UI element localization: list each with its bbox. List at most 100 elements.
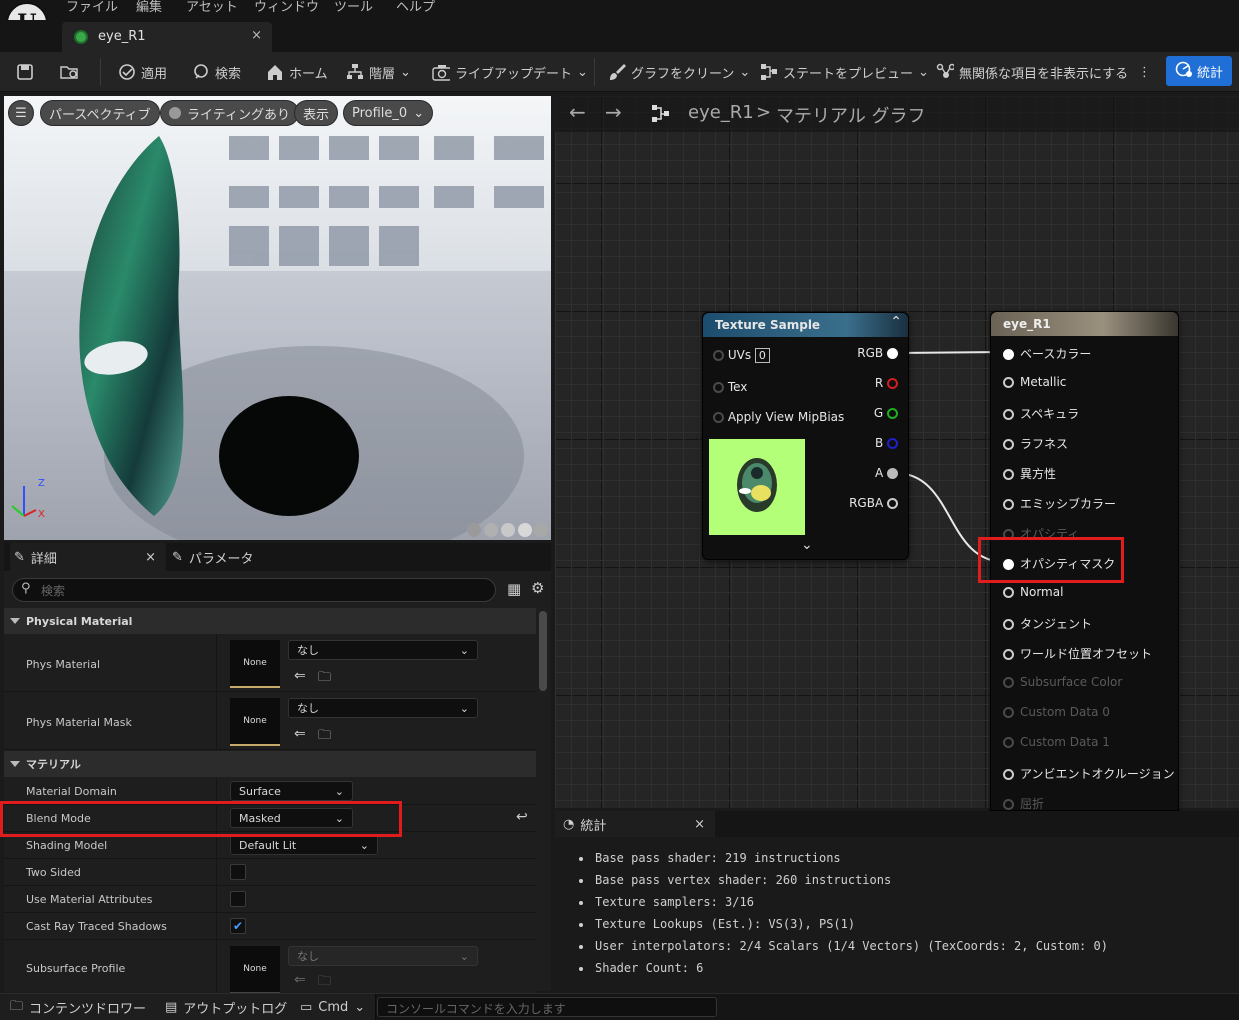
cmd-button[interactable]: ▭ Cmd ⌄	[290, 994, 377, 1020]
use-material-attributes-checkbox[interactable]	[230, 891, 246, 907]
menu-edit[interactable]: 編集	[136, 0, 162, 15]
shading-model-dropdown[interactable]: Default Lit ⌄	[230, 835, 378, 855]
material-result-node[interactable]: eye_R1 ベースカラー Metallic スペキュララフネス異方性エミッシブカラ…	[990, 311, 1179, 811]
viewport-menu-button[interactable]: ☰	[8, 100, 34, 126]
content-drawer-button[interactable]: 🗀 コンテンツドロワー	[0, 994, 158, 1020]
search-button[interactable]: 検索	[192, 52, 241, 92]
texture-sample-node[interactable]: Texture Sample ⌃ UVs 0 Tex Apply View Mi…	[702, 312, 909, 560]
pin-icon[interactable]	[1003, 769, 1014, 780]
home-button[interactable]: ホーム	[266, 52, 328, 92]
pin-icon[interactable]	[1003, 409, 1014, 420]
material-result-header[interactable]: eye_R1	[991, 312, 1178, 336]
pin-icon[interactable]	[1003, 619, 1014, 630]
gear-icon[interactable]: ⚙	[531, 579, 544, 597]
material-input-row[interactable]: Metallic	[1003, 375, 1066, 389]
pin-icon[interactable]	[887, 438, 898, 449]
hierarchy-button[interactable]: 階層 ⌄	[346, 52, 411, 92]
section-material[interactable]: マテリアル	[4, 751, 536, 777]
material-input-row[interactable]: 異方性	[1003, 465, 1056, 482]
material-input-row[interactable]: ワールド位置オフセット	[1003, 645, 1152, 662]
browse-asset-icon[interactable]: 🗀	[318, 668, 331, 690]
material-input-row[interactable]: スペキュラ	[1003, 405, 1079, 422]
pin-icon[interactable]	[1003, 559, 1014, 570]
apply-button[interactable]: 適用	[118, 52, 167, 92]
output-rgba[interactable]: RGBA	[849, 496, 898, 510]
save-button[interactable]	[16, 52, 34, 92]
tab-details[interactable]: ✎ 詳細 ×	[10, 543, 166, 571]
pin-icon[interactable]	[713, 382, 724, 393]
output-b[interactable]: B	[875, 436, 898, 450]
pin-icon[interactable]	[1003, 499, 1014, 510]
preview-state-button[interactable]: ステートをプレビュー ⌄	[760, 52, 929, 92]
lighting-button[interactable]: ライティングあり	[160, 100, 299, 126]
pin-icon[interactable]	[887, 378, 898, 389]
show-button[interactable]: 表示	[294, 100, 339, 126]
menu-window[interactable]: ウィンドウ	[254, 0, 319, 15]
expand-icon[interactable]: ⌄	[801, 537, 813, 553]
profile-button[interactable]: Profile_0 ⌄	[343, 100, 434, 126]
material-domain-dropdown[interactable]: Surface ⌄	[230, 781, 353, 801]
perspective-button[interactable]: パースペクティブ	[40, 100, 160, 126]
forward-arrow-icon[interactable]: →	[605, 100, 622, 124]
pin-icon[interactable]	[887, 468, 898, 479]
browse-asset-icon[interactable]: 🗀	[318, 726, 331, 748]
material-input-row[interactable]: オパシティマスク	[1003, 555, 1115, 572]
hide-unrelated-button[interactable]: 無関係な項目を非表示にする	[936, 52, 1128, 92]
phys-material-dropdown[interactable]: なし ⌄	[288, 640, 478, 660]
pin-icon[interactable]	[1003, 377, 1014, 388]
use-selected-icon[interactable]: ⇐	[294, 972, 306, 988]
uvs-value[interactable]: 0	[754, 348, 770, 363]
menu-help[interactable]: ヘルプ	[396, 0, 435, 15]
material-preview-viewport[interactable]: Z X ☰ パースペクティブ ライティングあり 表示 Profile_0 ⌄	[4, 96, 551, 540]
pin-icon[interactable]	[1003, 587, 1014, 598]
reset-to-default-icon[interactable]: ↩	[516, 809, 528, 825]
tab-close-icon[interactable]: ×	[251, 28, 262, 43]
material-input-row[interactable]: エミッシブカラー	[1003, 495, 1116, 512]
phys-material-mask-thumbnail[interactable]: None	[230, 698, 280, 746]
pin-icon[interactable]	[1003, 349, 1014, 360]
material-input-row[interactable]: アンビエントオクルージョン	[1003, 765, 1175, 782]
tab-stats[interactable]: ◔ 統計 ×	[555, 811, 715, 837]
material-input-row[interactable]: Normal	[1003, 585, 1063, 599]
details-close-icon[interactable]: ×	[145, 550, 156, 565]
use-selected-icon[interactable]: ⇐	[294, 726, 306, 742]
breadcrumb-asset[interactable]: eye_R1	[688, 102, 754, 123]
menu-file[interactable]: ファイル	[66, 0, 118, 15]
uvs-input[interactable]: UVs 0	[713, 348, 770, 363]
output-a[interactable]: A	[875, 466, 898, 480]
output-log-button[interactable]: ▤ アウトプットログ	[155, 994, 299, 1020]
material-input-row[interactable]: ベースカラー	[1003, 345, 1091, 362]
details-search-input[interactable]: ⚲ 検索	[12, 578, 496, 602]
tab-parameters[interactable]: ✎ パラメータ	[172, 543, 254, 571]
pin-icon[interactable]	[713, 350, 724, 361]
pin-icon[interactable]	[713, 412, 724, 423]
texture-preview[interactable]	[709, 439, 805, 535]
menu-tools[interactable]: ツール	[334, 0, 373, 15]
tex-input[interactable]: Tex	[713, 380, 747, 394]
pin-icon[interactable]	[1003, 649, 1014, 660]
material-input-row[interactable]: ラフネス	[1003, 435, 1068, 452]
texture-sample-header[interactable]: Texture Sample ⌃	[703, 313, 908, 337]
pin-icon[interactable]	[1003, 439, 1014, 450]
more-options-icon[interactable]: ⋮	[1138, 52, 1151, 92]
stats-button[interactable]: 統計	[1166, 56, 1232, 86]
output-g[interactable]: G	[874, 406, 898, 420]
menu-asset[interactable]: アセット	[186, 0, 238, 15]
use-selected-icon[interactable]: ⇐	[294, 668, 306, 684]
material-input-row[interactable]: タンジェント	[1003, 615, 1092, 632]
clean-graph-button[interactable]: グラフをクリーン ⌄	[608, 52, 750, 92]
table-view-icon[interactable]: ▦	[507, 580, 521, 598]
two-sided-checkbox[interactable]	[230, 864, 246, 880]
cast-ray-traced-shadows-checkbox[interactable]: ✔	[230, 918, 246, 934]
browse-button[interactable]	[60, 52, 78, 92]
blend-mode-dropdown[interactable]: Masked ⌄	[230, 808, 353, 828]
output-rgb[interactable]: RGB	[857, 346, 898, 360]
phys-material-mask-dropdown[interactable]: なし ⌄	[288, 698, 478, 718]
mipbias-input[interactable]: Apply View MipBias	[713, 410, 844, 424]
browse-asset-icon[interactable]: 🗀	[318, 972, 331, 994]
pin-icon[interactable]	[887, 348, 898, 359]
pin-icon[interactable]	[887, 498, 898, 509]
back-arrow-icon[interactable]: ←	[569, 100, 586, 124]
collapse-icon[interactable]: ⌃	[890, 314, 902, 330]
details-scrollbar[interactable]	[539, 611, 547, 691]
